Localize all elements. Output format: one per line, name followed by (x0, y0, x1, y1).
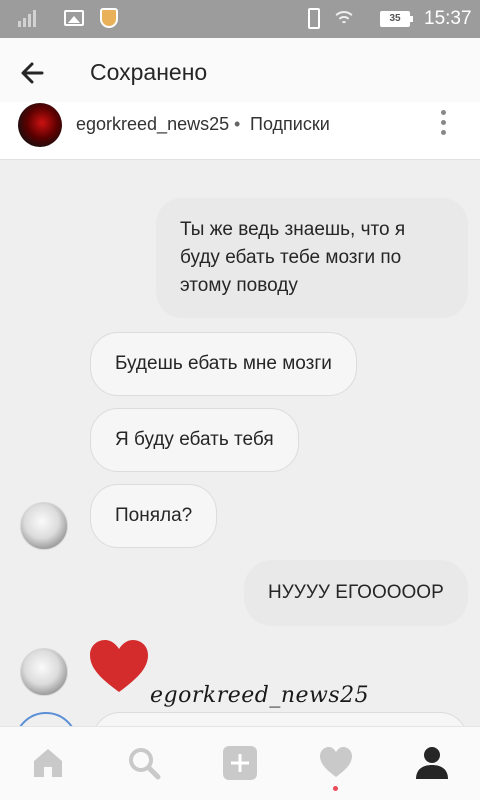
page-title: Сохранено (90, 59, 208, 85)
more-options-icon[interactable] (436, 110, 450, 140)
chat-screenshot: Ты же ведь знаешь, что я буду ебать тебе… (0, 160, 480, 726)
message-bubble-outgoing: НУУУУ ЕГОООООР (244, 560, 468, 626)
message-bubble-outgoing: Ты же ведь знаешь, что я буду ебать тебе… (156, 198, 468, 318)
home-icon[interactable] (28, 743, 68, 783)
separator-dot: • (234, 114, 241, 134)
message-bubble-incoming: Будешь ебать мне мозги (90, 332, 357, 396)
avatar[interactable] (18, 103, 62, 147)
search-icon[interactable] (124, 743, 164, 783)
following-label[interactable]: Подписки (250, 114, 330, 135)
message-bubble-incoming: Я буду ебать тебя (90, 408, 299, 472)
username-link[interactable]: egorkreed_news25 (76, 114, 229, 135)
message-bubble-incoming: Поняла? (90, 484, 218, 548)
sender-avatar (20, 648, 68, 696)
watermark: egorkreed_news25 (150, 683, 370, 708)
heart-icon (88, 638, 150, 694)
message-bubble-incoming (92, 712, 468, 726)
profile-icon[interactable] (412, 743, 452, 783)
notification-dot (333, 786, 338, 791)
sender-avatar (20, 502, 68, 550)
battery-icon: 35 (380, 11, 413, 27)
wifi-icon (332, 9, 356, 29)
shield-icon (100, 8, 118, 28)
clock: 15:37 (424, 8, 472, 29)
bottom-navigation (0, 726, 480, 800)
sender-avatar (14, 712, 78, 726)
vibrate-icon (308, 8, 320, 29)
app-header: Сохранено (0, 38, 480, 108)
add-icon[interactable] (220, 743, 260, 783)
status-bar: 35 15:37 (0, 0, 480, 38)
signal-icon (18, 9, 40, 27)
post-header: egorkreed_news25 • Подписки (0, 102, 480, 160)
heart-icon[interactable] (316, 743, 356, 783)
gallery-notification-icon (64, 10, 84, 26)
back-arrow-icon[interactable] (16, 58, 52, 88)
